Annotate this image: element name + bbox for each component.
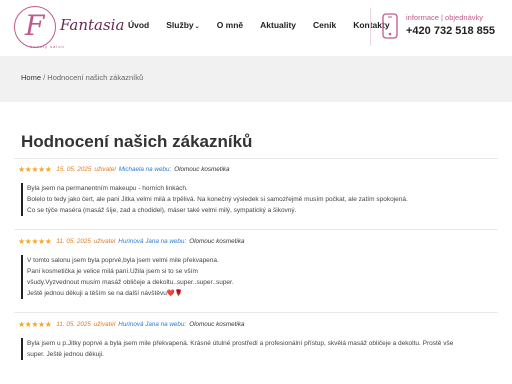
- rating-stars: ★★★★★: [18, 236, 52, 246]
- review-line: Paní kosmetička je velice milá paní.Užil…: [27, 268, 198, 275]
- phone-icon: [382, 13, 398, 39]
- review-user-label: uživatel: [93, 320, 116, 328]
- site-header: F Fantasia beauty salon Úvod Služby⌄ O m…: [0, 0, 512, 56]
- review-line: Ještě jednou děkuji a těším se na další …: [27, 290, 184, 297]
- review-user-label: uživatel: [94, 165, 116, 173]
- review-meta: ★★★★★ 15. 05. 2025 uživatel Michaela na …: [18, 163, 496, 175]
- review-date: 11. 05. 2025: [56, 237, 91, 245]
- contact-label: informace | objednávky: [406, 13, 483, 22]
- nav-item-sluzby-label: Služby: [166, 20, 194, 30]
- review-meta: ★★★★★ 11. 05. 2025 uživatel Hurinová Jan…: [18, 318, 496, 330]
- review-text: V tomto salonu jsem byla poprvé,byla jse…: [21, 255, 496, 299]
- review-line: V tomto salonu jsem byla poprvé,byla jse…: [27, 257, 219, 264]
- review-divider: [14, 312, 498, 313]
- review-user-label: uživatel: [93, 237, 116, 245]
- breadcrumb-home[interactable]: Home: [21, 73, 41, 82]
- rating-stars: ★★★★★: [18, 319, 52, 329]
- breadcrumb-band: Home / Hodnocení našich zákazníků: [0, 56, 512, 102]
- nav-item-cenik[interactable]: Ceník: [313, 20, 336, 30]
- review-text: Byla jsem na permanentním makeupu - horn…: [21, 183, 496, 216]
- nav-item-aktuality[interactable]: Aktuality: [260, 20, 296, 30]
- review-date: 15. 05. 2025: [56, 165, 92, 173]
- page-title: Hodnocení našich zákazníků: [21, 132, 253, 151]
- review-author: Hurinová Jana na webu:: [118, 237, 187, 245]
- review-line: Byla jsem u p.Jitky poprvé a byla jsem m…: [27, 340, 454, 347]
- review-category[interactable]: Olomouc kosmetika: [174, 166, 229, 173]
- review-date: 11. 05. 2025: [56, 320, 91, 328]
- review-line: super. Ještě jednou děkuji.: [27, 351, 104, 358]
- logo-letter: F: [25, 9, 45, 42]
- review-item: ★★★★★ 15. 05. 2025 uživatel Michaela na …: [18, 163, 496, 216]
- chevron-down-icon: ⌄: [194, 24, 200, 30]
- review-text: Byla jsem u p.Jitky poprvé a byla jsem m…: [21, 338, 496, 360]
- review-item: ★★★★★ 11. 05. 2025 uživatel Hurinová Jan…: [18, 235, 496, 299]
- rating-stars: ★★★★★: [18, 164, 52, 174]
- site-logo[interactable]: F Fantasia beauty salon: [14, 6, 124, 50]
- review-divider: [14, 229, 498, 230]
- contact-phone[interactable]: +420 732 518 855: [406, 25, 495, 37]
- header-divider: [370, 8, 371, 46]
- review-line: Bolelo to tedy jako čert, ale paní Jitka…: [27, 196, 408, 203]
- nav-item-sluzby[interactable]: Služby⌄: [166, 20, 199, 30]
- main-nav: Úvod Služby⌄ O mně Aktuality Ceník Konta…: [128, 20, 407, 30]
- nav-item-uvod[interactable]: Úvod: [128, 20, 149, 30]
- review-line: Co se týče maséra (masáž šíje, zad a cho…: [27, 207, 297, 214]
- review-author: Michaela na webu:: [118, 165, 172, 173]
- review-item: ★★★★★ 11. 05. 2025 uživatel Hurinová Jan…: [18, 318, 496, 360]
- review-line: Byla jsem na permanentním makeupu - horn…: [27, 185, 188, 192]
- review-category[interactable]: Olomouc kosmetika: [189, 238, 244, 245]
- breadcrumb: Home / Hodnocení našich zákazníků: [21, 73, 143, 82]
- review-line: všudy.Vyzvednout musím masáž obličeje a …: [27, 279, 234, 286]
- review-meta: ★★★★★ 11. 05. 2025 uživatel Hurinová Jan…: [18, 235, 496, 247]
- title-divider: [14, 158, 498, 159]
- breadcrumb-current: Hodnocení našich zákazníků: [47, 73, 144, 82]
- review-author: Hurinová Jana na webu:: [118, 320, 187, 328]
- logo-name: Fantasia: [60, 16, 125, 34]
- nav-item-o-mne[interactable]: O mně: [217, 20, 243, 30]
- logo-subtitle: beauty salon: [30, 44, 65, 49]
- review-category[interactable]: Olomouc kosmetika: [189, 321, 244, 328]
